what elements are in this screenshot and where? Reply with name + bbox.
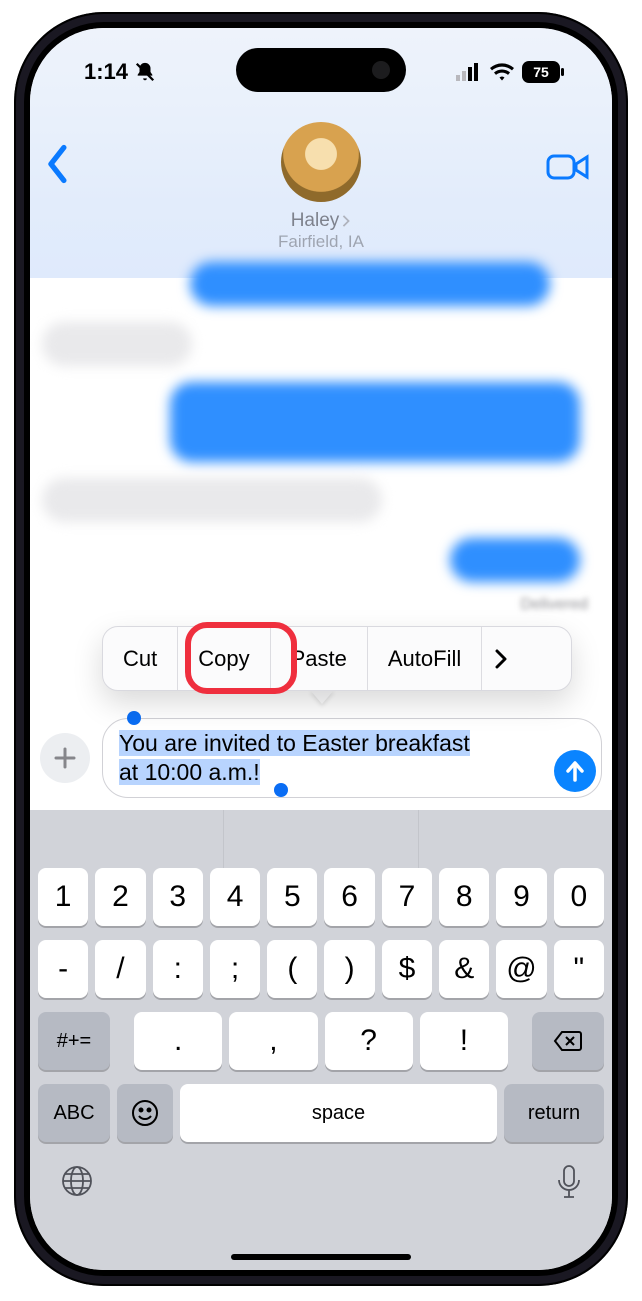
backspace-icon: [553, 1030, 583, 1052]
chevron-right-icon: [494, 649, 508, 669]
key-/[interactable]: /: [95, 940, 145, 998]
key-exclaim[interactable]: !: [420, 1012, 508, 1070]
dynamic-island: [236, 48, 406, 92]
mic-icon: [556, 1164, 582, 1200]
key-period[interactable]: .: [134, 1012, 222, 1070]
key-4[interactable]: 4: [210, 868, 260, 926]
more-actions-button[interactable]: [482, 627, 520, 690]
key-2[interactable]: 2: [95, 868, 145, 926]
key-([interactable]: (: [267, 940, 317, 998]
menu-pointer: [310, 690, 334, 704]
keyboard: 1234567890 -/:;()$&@" #+= . , ? ! ABC: [30, 810, 612, 1270]
cellular-icon: [456, 63, 482, 81]
key-9[interactable]: 9: [496, 868, 546, 926]
autofill-button[interactable]: AutoFill: [368, 627, 482, 690]
silent-icon: [134, 61, 156, 83]
message-bubble-out[interactable]: [190, 262, 550, 306]
apps-button[interactable]: [40, 733, 90, 783]
emoji-icon: [131, 1099, 159, 1127]
compose-bar: You are invited to Easter breakfastat 10…: [40, 718, 602, 798]
svg-text:75: 75: [533, 64, 549, 80]
paste-button[interactable]: Paste: [271, 627, 368, 690]
predictive-bar[interactable]: [30, 810, 612, 868]
video-icon: [546, 152, 590, 182]
globe-button[interactable]: [60, 1164, 94, 1205]
text-edit-menu: Cut Copy Paste AutoFill: [102, 626, 572, 691]
key-7[interactable]: 7: [382, 868, 432, 926]
plus-icon: [54, 747, 76, 769]
key-abc[interactable]: ABC: [38, 1084, 110, 1142]
key-question[interactable]: ?: [325, 1012, 413, 1070]
status-time: 1:14: [84, 59, 128, 85]
message-input[interactable]: You are invited to Easter breakfastat 10…: [102, 718, 602, 798]
key-$[interactable]: $: [382, 940, 432, 998]
key-backspace[interactable]: [532, 1012, 604, 1070]
chevron-right-icon: [341, 215, 351, 227]
key-emoji[interactable]: [117, 1084, 173, 1142]
message-bubble-in[interactable]: [42, 322, 192, 366]
facetime-button[interactable]: [546, 152, 590, 187]
avatar: [281, 122, 361, 202]
key-"[interactable]: ": [554, 940, 604, 998]
key-symbol-switch[interactable]: #+=: [38, 1012, 110, 1070]
send-button[interactable]: [554, 750, 596, 792]
message-bubble-out[interactable]: [450, 538, 580, 582]
contact-header[interactable]: Haley Fairfield, IA: [278, 122, 364, 252]
wifi-icon: [490, 63, 514, 81]
message-thread[interactable]: Delivered Cut Copy Paste AutoFill: [30, 278, 612, 838]
selection-handle-start[interactable]: [127, 711, 141, 725]
key--[interactable]: -: [38, 940, 88, 998]
selection-handle-end[interactable]: [274, 783, 288, 797]
key-8[interactable]: 8: [439, 868, 489, 926]
phone-frame: 1:14 75: [14, 12, 628, 1286]
message-bubble-in[interactable]: [42, 478, 382, 522]
key-5[interactable]: 5: [267, 868, 317, 926]
home-indicator[interactable]: [231, 1254, 411, 1260]
key-;[interactable]: ;: [210, 940, 260, 998]
back-button[interactable]: [44, 144, 72, 189]
contact-name: Haley: [291, 210, 340, 232]
key-)[interactable]: ): [324, 940, 374, 998]
battery-icon: 75: [522, 61, 566, 83]
key-&[interactable]: &: [439, 940, 489, 998]
key-6[interactable]: 6: [324, 868, 374, 926]
key-:[interactable]: :: [153, 940, 203, 998]
key-3[interactable]: 3: [153, 868, 203, 926]
arrow-up-icon: [565, 760, 585, 782]
conversation-header: Haley Fairfield, IA: [30, 98, 612, 278]
key-space[interactable]: space: [180, 1084, 497, 1142]
key-return[interactable]: return: [504, 1084, 604, 1142]
key-@[interactable]: @: [496, 940, 546, 998]
key-0[interactable]: 0: [554, 868, 604, 926]
cut-button[interactable]: Cut: [103, 627, 178, 690]
key-comma[interactable]: ,: [229, 1012, 317, 1070]
copy-button[interactable]: Copy: [178, 627, 270, 690]
message-bubble-out[interactable]: [170, 382, 580, 462]
globe-icon: [60, 1164, 94, 1198]
dictation-button[interactable]: [556, 1164, 582, 1205]
contact-location: Fairfield, IA: [278, 232, 364, 252]
screen: 1:14 75: [30, 28, 612, 1270]
chevron-left-icon: [44, 144, 72, 184]
key-1[interactable]: 1: [38, 868, 88, 926]
delivered-label: Delivered: [520, 596, 588, 614]
